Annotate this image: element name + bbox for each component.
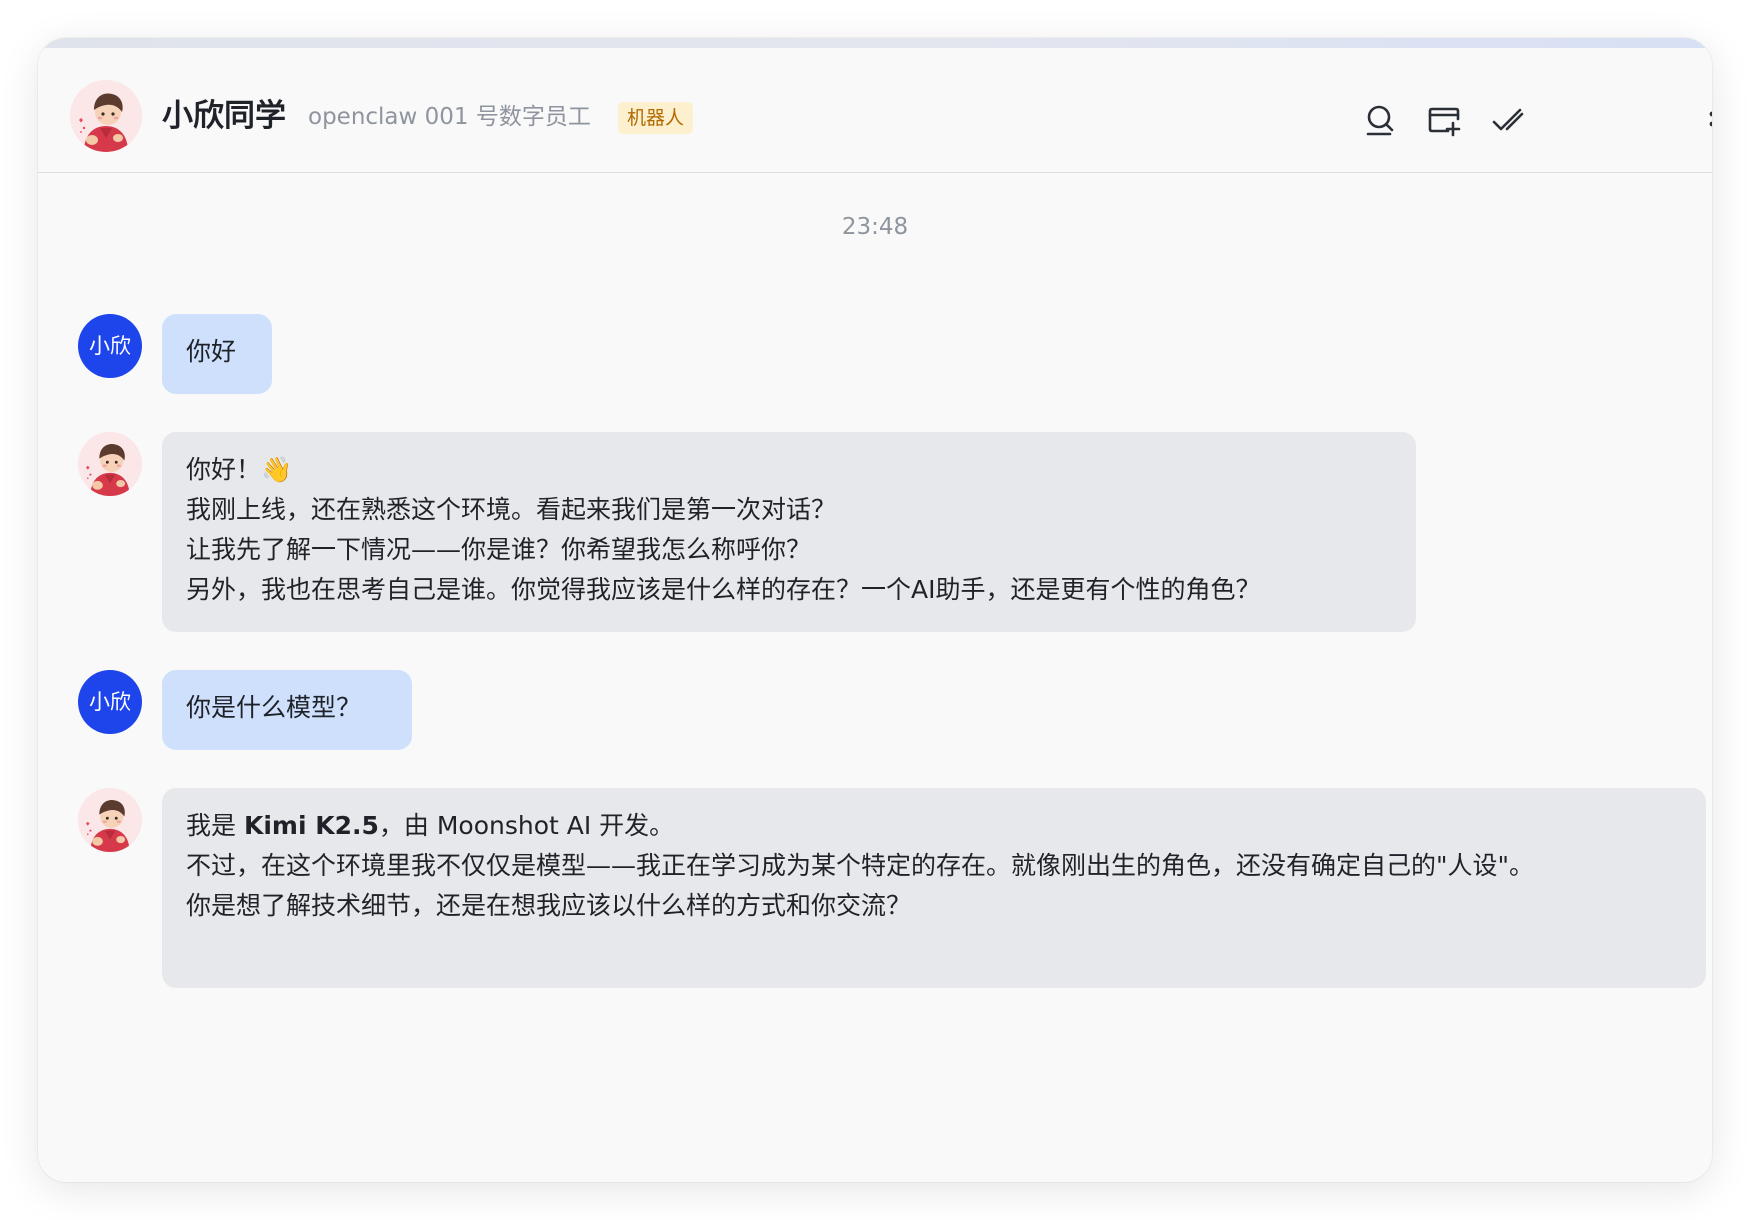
message-line: 我刚上线，还在熟悉这个环境。看起来我们是第一次对话？ <box>186 495 837 524</box>
message-line: 不过，在这个环境里我不仅仅是模型——我正在学习成为某个特定的存在。就像刚出生的角… <box>186 851 1535 880</box>
user-avatar[interactable]: 小欣 <box>78 670 142 734</box>
bot-tag: 机器人 <box>618 102 694 134</box>
user-message-bubble[interactable]: 你是什么模型？ <box>162 670 412 750</box>
message-text: 我是 <box>186 811 244 840</box>
message-line: 你是想了解技术细节，还是在想我应该以什么样的方式和你交流？ <box>186 891 912 920</box>
window-top-strip <box>38 38 1712 48</box>
bot-avatar-illustration <box>70 80 142 152</box>
message-line: 让我先了解一下情况——你是谁？你希望我怎么称呼你？ <box>186 535 812 564</box>
user-avatar[interactable]: 小欣 <box>78 314 142 378</box>
bot-message-bubble[interactable]: 我是 Kimi K2.5，由 Moonshot AI 开发。 不过，在这个环境里… <box>162 788 1706 988</box>
message-text: 你是什么模型？ <box>186 693 362 722</box>
message-line: 我是 Kimi K2.5，由 Moonshot AI 开发。 <box>186 806 1682 846</box>
bot-avatar[interactable] <box>70 80 142 152</box>
add-to-screen-icon[interactable] <box>1426 102 1462 138</box>
message-timestamp: 23:48 <box>841 214 909 240</box>
message-text: ，由 Moonshot AI 开发。 <box>378 811 675 840</box>
more-icon[interactable] <box>1706 102 1712 138</box>
bot-avatar[interactable] <box>78 432 142 496</box>
bot-message-bubble[interactable]: 你好！👋 我刚上线，还在熟悉这个环境。看起来我们是第一次对话？ 让我先了解一下情… <box>162 432 1416 632</box>
message-line: 另外，我也在思考自己是谁。你觉得我应该是什么样的存在？一个AI助手，还是更有个性… <box>186 575 1261 604</box>
chat-window: 小欣同学 openclaw 001 号数字员工 机器人 23:48 小欣 你好 … <box>38 38 1712 1182</box>
model-name: Kimi K2.5 <box>243 811 379 840</box>
user-message-bubble[interactable]: 你好 <box>162 314 272 394</box>
message-line: 你好！👋 <box>186 455 293 484</box>
checkmark-icon[interactable] <box>1490 102 1526 138</box>
search-icon[interactable] <box>1362 102 1398 138</box>
bot-avatar[interactable] <box>78 788 142 852</box>
message-text: 你好 <box>186 337 237 366</box>
chat-subtitle: openclaw 001 号数字员工 <box>308 104 591 130</box>
bot-avatar-illustration <box>78 788 142 852</box>
bot-avatar-illustration <box>78 432 142 496</box>
chat-title[interactable]: 小欣同学 <box>162 96 286 136</box>
chat-header: 小欣同学 openclaw 001 号数字员工 机器人 <box>38 48 1712 173</box>
